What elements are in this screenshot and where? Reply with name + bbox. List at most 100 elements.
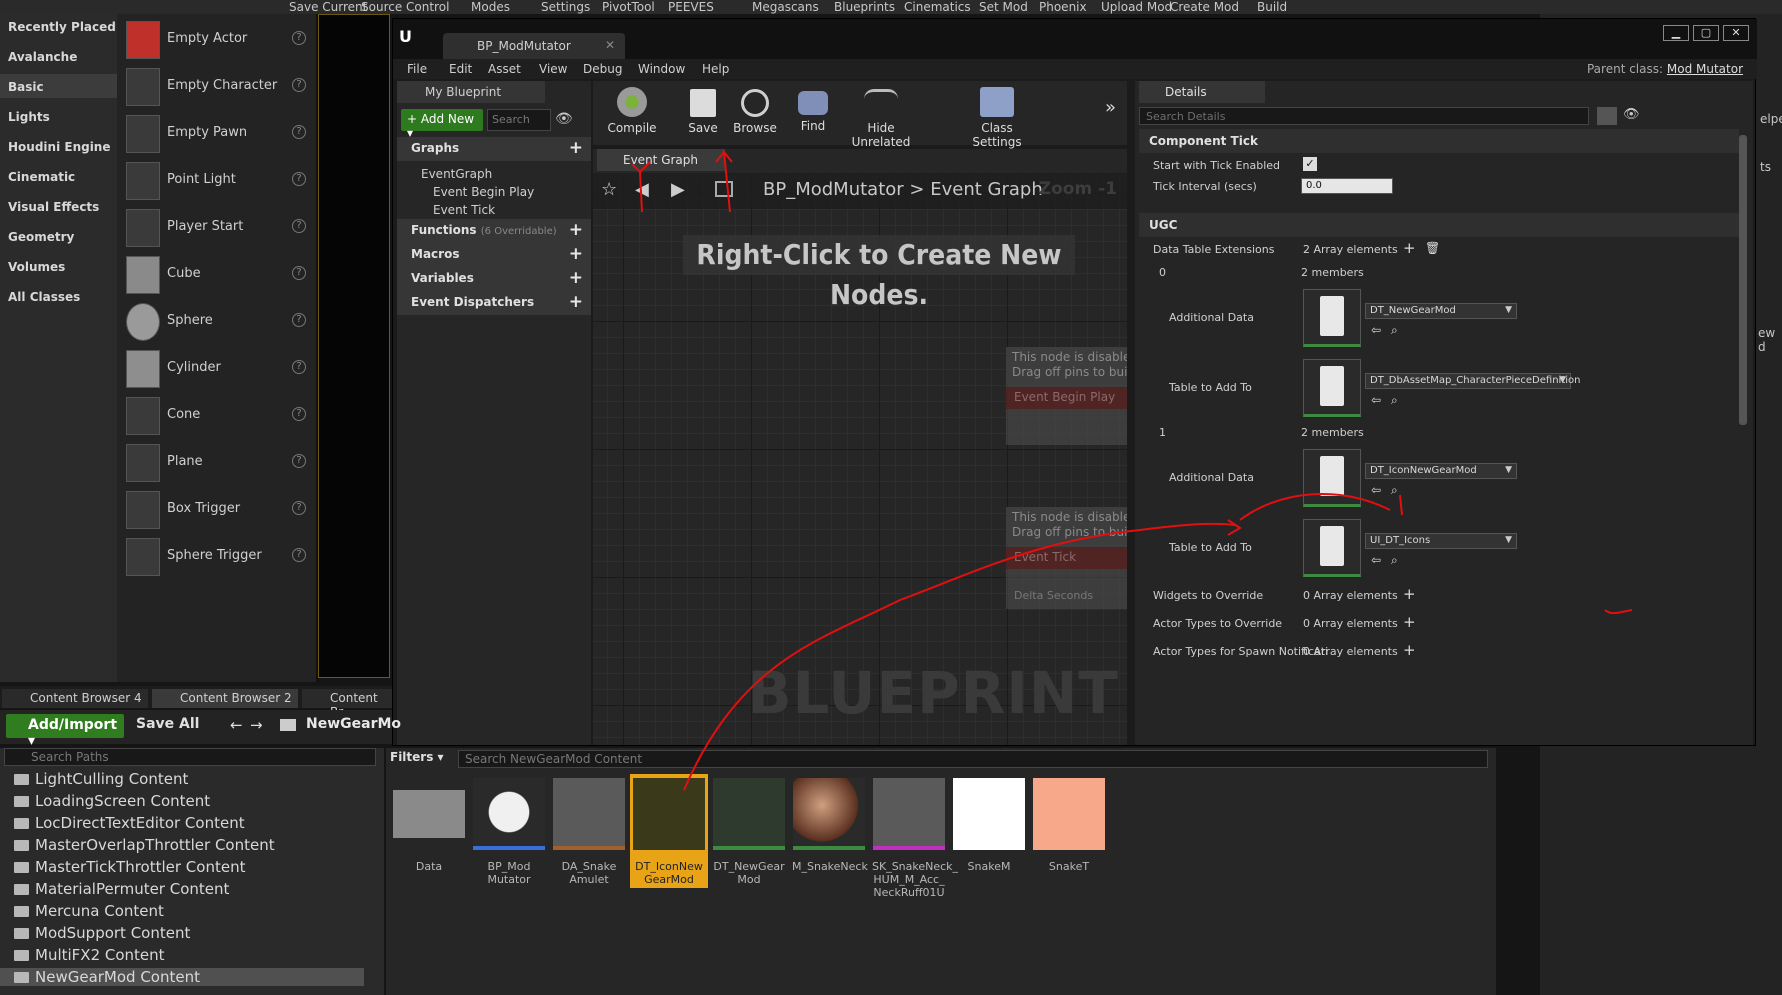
breadcrumb-graph[interactable]: Event Graph (930, 179, 1043, 200)
blueprint-document-tab[interactable]: BP_ModMutator ✕ (443, 33, 625, 59)
class-settings-button[interactable]: Class Settings (957, 81, 1037, 149)
folder-item[interactable]: LightCulling Content (14, 770, 188, 788)
menu-help[interactable]: Help (702, 62, 729, 76)
menu-file[interactable]: File (407, 62, 427, 76)
place-item-empty-pawn[interactable]: Empty Pawn? (118, 112, 316, 156)
folder-item[interactable]: MasterTickThrottler Content (14, 858, 245, 876)
tree-event-tick[interactable]: Event Tick (433, 203, 495, 217)
event-graph-tab[interactable]: Event Graph (597, 149, 725, 171)
functions-section[interactable]: Functions (6 Overridable) + (397, 219, 591, 243)
history-forward-icon[interactable]: → (250, 716, 263, 734)
menu-save-current[interactable]: Save Current (289, 0, 367, 14)
add-import-button[interactable]: Add/Import ▾ (6, 714, 124, 749)
details-search-input[interactable]: Search Details (1139, 107, 1589, 125)
variables-section[interactable]: Variables + (397, 267, 591, 291)
trash-icon[interactable]: 🗑 (1425, 241, 1440, 255)
asset-tile[interactable]: DT_NewGear Mod (712, 778, 786, 886)
menu-source-control[interactable]: Source Control (361, 0, 449, 14)
breadcrumb-blueprint[interactable]: BP_ModMutator (763, 179, 904, 200)
menu-asset[interactable]: Asset (488, 62, 521, 76)
add-element-icon[interactable]: + (1403, 613, 1416, 631)
disabled-node-begin-play[interactable]: This node is disabled and willDrag off p… (1006, 347, 1127, 445)
close-tab-icon[interactable]: ✕ (605, 38, 615, 52)
menu-upload-mod[interactable]: Upload Mod (1101, 0, 1172, 14)
add-macro-icon[interactable]: + (569, 244, 583, 264)
help-icon[interactable]: ? (292, 125, 306, 139)
folder-item-selected[interactable]: NewGearMod Content (0, 968, 364, 986)
place-item-empty-character[interactable]: Empty Character? (118, 65, 316, 109)
asset-search-input[interactable]: Search NewGearMod Content (458, 750, 1488, 768)
help-icon[interactable]: ? (292, 31, 306, 45)
menu-debug[interactable]: Debug (583, 62, 622, 76)
asset-tile[interactable]: M_SnakeNeck (792, 778, 868, 873)
search-paths-input[interactable]: Search Paths (4, 748, 376, 766)
table-to-add-combo-0[interactable]: DT_DbAssetMap_CharacterPieceDefinition ▼ (1365, 373, 1580, 389)
add-graph-icon[interactable]: + (569, 138, 583, 158)
start-tick-checkbox[interactable]: ✓ (1303, 157, 1317, 171)
additional-data-combo-0[interactable]: DT_NewGearMod ▼ (1365, 303, 1517, 319)
ugc-section[interactable]: UGC (1139, 213, 1739, 237)
browse-search-icon[interactable]: ⌕ (1391, 393, 1398, 408)
data-table-thumbnail[interactable] (1303, 449, 1361, 507)
help-icon[interactable]: ? (292, 172, 306, 186)
help-icon[interactable]: ? (292, 266, 306, 280)
menu-view[interactable]: View (539, 62, 567, 76)
folder-item[interactable]: LocDirectTextEditor Content (14, 814, 245, 832)
menu-blueprints[interactable]: Blueprints (834, 0, 895, 14)
parent-class-link[interactable]: Mod Mutator (1667, 62, 1743, 76)
menu-build[interactable]: Build (1257, 0, 1287, 14)
asset-tile[interactable]: BP_Mod Mutator (472, 778, 546, 886)
add-element-icon[interactable]: + (1403, 585, 1416, 603)
help-icon[interactable]: ? (292, 360, 306, 374)
visibility-eye-icon[interactable]: 👁 (555, 111, 573, 127)
table-to-add-combo-1[interactable]: UI_DT_Icons ▼ (1365, 533, 1517, 549)
menu-megascans[interactable]: Megascans (752, 0, 819, 14)
menu-window[interactable]: Window (638, 62, 685, 76)
bookmark-star-icon[interactable]: ☆ (601, 179, 617, 200)
content-path-breadcrumb[interactable]: NewGearMo (306, 716, 401, 732)
hide-unrelated-button[interactable]: Hide Unrelated (839, 81, 923, 149)
help-icon[interactable]: ? (292, 219, 306, 233)
place-item-empty-actor[interactable]: Empty Actor? (118, 18, 316, 62)
menu-peeves[interactable]: PEEVES (668, 0, 714, 14)
category-houdini-engine[interactable]: Houdini Engine (8, 140, 111, 154)
save-button[interactable]: Save (677, 81, 729, 145)
browse-search-icon[interactable]: ⌕ (1391, 323, 1398, 338)
menu-edit[interactable]: Edit (449, 62, 472, 76)
additional-data-combo-1[interactable]: DT_IconNewGearMod ▼ (1365, 463, 1517, 479)
disabled-node-tick[interactable]: This node is disabled and willDrag off p… (1006, 507, 1127, 609)
minimize-button[interactable]: ▁ (1663, 25, 1689, 41)
menu-phoenix[interactable]: Phoenix (1039, 0, 1087, 14)
data-table-thumbnail[interactable] (1303, 359, 1361, 417)
use-selected-arrow-icon[interactable]: ⇦ (1371, 393, 1381, 407)
place-item-cube[interactable]: Cube? (118, 253, 316, 297)
asset-tile[interactable]: DA_Snake Amulet (552, 778, 626, 886)
help-icon[interactable]: ? (292, 407, 306, 421)
add-dispatcher-icon[interactable]: + (569, 292, 583, 312)
asset-tile[interactable]: SK_SnakeNeck_ HUM_M_Acc_ NeckRuff01U (872, 778, 958, 899)
browse-button[interactable]: Browse (727, 81, 783, 145)
category-volumes[interactable]: Volumes (8, 260, 65, 274)
add-variable-icon[interactable]: + (569, 268, 583, 288)
menu-set-mod[interactable]: Set Mod (979, 0, 1028, 14)
place-item-plane[interactable]: Plane? (118, 441, 316, 485)
place-item-cylinder[interactable]: Cylinder? (118, 347, 316, 391)
history-back-icon[interactable]: ← (230, 716, 243, 734)
menu-create-mod[interactable]: Create Mod (1170, 0, 1239, 14)
add-element-icon[interactable]: + (1403, 239, 1416, 257)
help-icon[interactable]: ? (292, 454, 306, 468)
maximize-button[interactable]: ▢ (1693, 25, 1719, 41)
data-table-thumbnail[interactable] (1303, 519, 1361, 577)
category-lights[interactable]: Lights (8, 110, 50, 124)
folder-item[interactable]: Mercuna Content (14, 902, 164, 920)
help-icon[interactable]: ? (292, 313, 306, 327)
save-all-button[interactable]: Save All (136, 716, 199, 732)
details-eye-icon[interactable]: 👁 (1623, 107, 1640, 122)
category-geometry[interactable]: Geometry (8, 230, 74, 244)
my-blueprint-tab[interactable]: My Blueprint (397, 81, 545, 103)
menu-cinematics[interactable]: Cinematics (904, 0, 971, 14)
tab-content-browser-4[interactable]: Content Browser 4 (2, 689, 148, 708)
graphs-section[interactable]: Graphs + (397, 137, 591, 161)
toolbar-overflow-icon[interactable]: » (1105, 97, 1116, 118)
place-item-cone[interactable]: Cone? (118, 394, 316, 438)
